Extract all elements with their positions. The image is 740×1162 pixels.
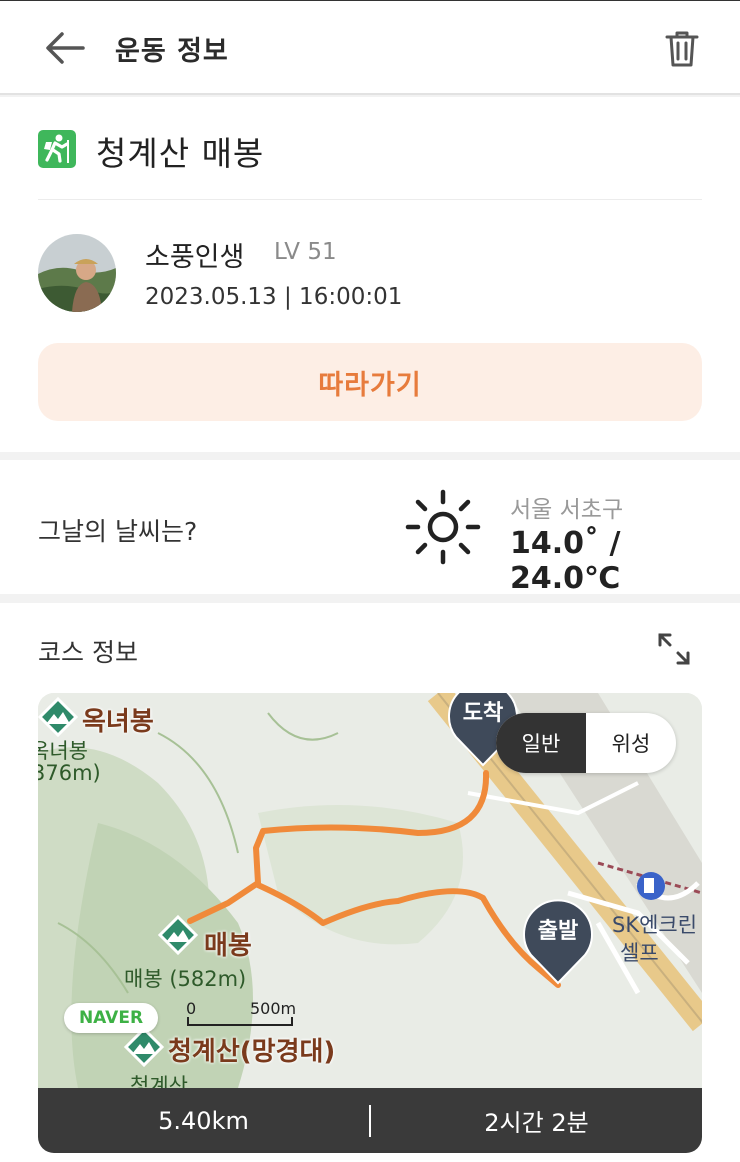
poi-label-line2: 셀프 (620, 941, 659, 965)
course-distance: 5.40km (158, 1106, 249, 1135)
hiking-icon (38, 130, 76, 168)
poi-label: SK엔크린 (612, 913, 698, 937)
activity-card: 청계산 매봉 소풍인생 LV 51 2023.05.13 | 16:00:01 … (0, 97, 740, 452)
weather-location: 서울 서초구 (510, 497, 624, 523)
peak-label[interactable]: 청계산(망경대) (168, 1031, 335, 1068)
course-map[interactable]: 옥녀봉 옥녀봉 376m) 매봉 매봉 (582m) 청계산(망경대) 청계산 … (38, 693, 702, 1153)
start-pin[interactable]: 출발 (521, 895, 595, 985)
weather-card: 그날의 날씨는? 서울 서초구 14.0˚ / 24.0℃ (0, 460, 740, 596)
map-type-normal[interactable]: 일반 (496, 713, 586, 773)
back-button[interactable] (40, 23, 90, 73)
naver-logo: NAVER (64, 1003, 158, 1033)
record-datetime: 2023.05.13 | 16:00:01 (145, 284, 403, 310)
top-app-bar: 운동 정보 (0, 0, 740, 95)
page-title: 운동 정보 (115, 36, 229, 67)
peak-label[interactable]: 옥녀봉 (82, 701, 154, 738)
sun-icon (405, 489, 481, 565)
peak-elevation-label: 376m) (38, 761, 101, 785)
map-scale: 0 500m (186, 999, 296, 1027)
course-duration: 2시간 2분 (484, 1109, 589, 1137)
trash-icon (665, 31, 699, 67)
map-type-toggle: 일반 위성 (496, 713, 676, 773)
peak-sub-label: 매봉 (582m) (124, 967, 247, 991)
avatar[interactable] (38, 234, 116, 312)
course-card: 코스 정보 옥녀봉 옥녀봉 376m) 매봉 매봉 (582m) 청계산(망경대… (0, 603, 740, 1162)
gas-station-icon (637, 872, 665, 900)
course-section-title: 코스 정보 (38, 638, 138, 667)
activity-title: 청계산 매봉 (96, 134, 265, 173)
arrow-left-icon (46, 32, 85, 64)
delete-button[interactable] (658, 25, 706, 73)
start-pin-label: 출발 (537, 919, 579, 944)
weather-temperature: 14.0˚ / 24.0℃ (510, 526, 621, 596)
user-level: LV 51 (274, 239, 337, 265)
peak-label[interactable]: 매봉 (204, 925, 252, 962)
user-name[interactable]: 소풍인생 (145, 235, 244, 274)
follow-button[interactable]: 따라가기 (38, 343, 702, 421)
expand-icon[interactable] (652, 627, 696, 671)
mountain-peak-icon (158, 915, 198, 955)
weather-question: 그날의 날씨는? (38, 517, 198, 546)
mountain-peak-icon (124, 1027, 164, 1067)
map-type-satellite[interactable]: 위성 (586, 713, 676, 773)
divider (38, 199, 702, 200)
scale-bar (187, 1017, 293, 1026)
course-stats-bar: 5.40km 2시간 2분 (38, 1088, 702, 1153)
mountain-peak-icon (38, 697, 78, 737)
